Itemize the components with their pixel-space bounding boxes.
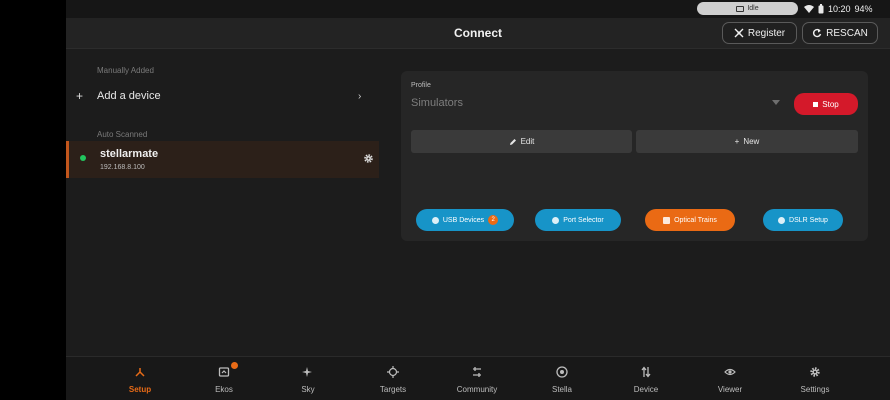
profile-select[interactable]: Simulators — [411, 97, 463, 109]
usb-devices-button[interactable]: USB Devices 2 — [416, 209, 514, 231]
dslr-setup-label: DSLR Setup — [789, 216, 828, 224]
crosshair-icon — [386, 365, 400, 379]
usb-devices-label: USB Devices — [442, 216, 485, 224]
port-selector-label: Port Selector — [563, 216, 604, 224]
add-device-row[interactable]: + Add a device › — [66, 82, 379, 110]
bottom-nav: Setup Ekos Sky Targets Community Stella … — [66, 356, 890, 400]
nav-setup[interactable]: Setup — [110, 357, 170, 400]
auto-section-label: Auto Scanned — [97, 130, 148, 139]
camera-icon — [778, 216, 786, 224]
chevron-right-icon: › — [358, 90, 362, 102]
optical-trains-button[interactable]: Optical Trains — [645, 209, 735, 231]
optical-train-icon — [663, 216, 671, 224]
device-row-stellarmate[interactable]: stellarmate 192.168.8.100 — [66, 141, 379, 178]
dslr-setup-button[interactable]: DSLR Setup — [763, 209, 843, 231]
nav-ekos-label: Ekos — [215, 385, 233, 394]
register-button-label: Register — [747, 27, 786, 39]
sparkle-icon — [301, 365, 315, 379]
refresh-icon — [813, 28, 822, 38]
rescan-button-label: RESCAN — [826, 27, 868, 39]
edit-button-label: Edit — [520, 137, 535, 146]
manual-section-label: Manually Added — [97, 66, 154, 75]
status-pill[interactable]: Idle — [697, 2, 798, 15]
usb-devices-count-badge: 2 — [488, 215, 499, 225]
nav-viewer[interactable]: Viewer — [700, 357, 760, 400]
ekos-notification-badge — [231, 362, 238, 369]
nav-stella[interactable]: Stella — [532, 357, 592, 400]
app-window: Idle 10:20 94% Connect Register RESCAN M… — [66, 0, 890, 400]
plus-icon: + — [734, 137, 740, 146]
nav-viewer-label: Viewer — [717, 385, 743, 394]
top-bar: Connect Register RESCAN — [66, 18, 890, 49]
stop-button-label: Stop — [822, 99, 839, 109]
nav-device[interactable]: Device — [616, 357, 676, 400]
nav-community-label: Community — [456, 385, 498, 394]
nav-settings-label: Settings — [800, 385, 830, 394]
community-icon — [470, 365, 484, 379]
port-icon — [552, 216, 560, 224]
device-name: stellarmate — [100, 148, 159, 160]
new-profile-button[interactable]: + New — [636, 130, 858, 153]
gear-icon — [808, 365, 822, 379]
battery-icon — [818, 4, 824, 14]
nav-community[interactable]: Community — [447, 357, 507, 400]
stella-assistant-icon — [555, 365, 569, 379]
add-device-label: Add a device — [97, 90, 161, 102]
nav-sky-label: Sky — [301, 385, 315, 394]
camera-icon — [736, 5, 745, 12]
nav-settings[interactable]: Settings — [785, 357, 845, 400]
status-pill-label: Idle — [747, 5, 759, 12]
nav-setup-label: Setup — [128, 385, 152, 394]
nav-sky[interactable]: Sky — [278, 357, 338, 400]
transfer-arrows-icon — [639, 365, 653, 379]
port-selector-button[interactable]: Port Selector — [535, 209, 621, 231]
nav-ekos[interactable]: Ekos — [194, 357, 254, 400]
register-button[interactable]: Register — [722, 22, 797, 44]
ekos-icon — [217, 365, 231, 379]
rescan-button[interactable]: RESCAN — [802, 22, 878, 44]
eye-icon — [723, 365, 737, 379]
edit-profile-button[interactable]: Edit — [411, 130, 632, 153]
online-status-dot — [80, 155, 86, 161]
status-battery: 94% — [854, 4, 873, 14]
register-icon — [734, 28, 744, 38]
pencil-icon — [509, 138, 516, 145]
usb-icon — [431, 216, 439, 224]
profile-panel: Profile Simulators Stop Edit + New USB D… — [401, 71, 868, 241]
plus-icon: + — [76, 89, 84, 103]
setup-icon — [133, 365, 147, 379]
nav-device-label: Device — [633, 385, 659, 394]
wifi-icon — [804, 5, 814, 13]
new-button-label: New — [743, 137, 760, 146]
nav-stella-label: Stella — [551, 385, 572, 394]
nav-targets-label: Targets — [379, 385, 407, 394]
nav-targets[interactable]: Targets — [363, 357, 423, 400]
stop-button[interactable]: Stop — [794, 93, 858, 115]
profile-label: Profile — [411, 82, 431, 89]
stop-icon — [813, 101, 819, 107]
dropdown-caret-icon[interactable] — [772, 100, 780, 105]
status-indicators: 10:20 94% — [804, 2, 873, 16]
optical-trains-label: Optical Trains — [674, 216, 717, 224]
gear-icon[interactable] — [363, 153, 374, 164]
status-bar: Idle 10:20 94% — [66, 0, 890, 18]
device-ip: 192.168.8.100 — [100, 164, 145, 171]
status-time: 10:20 — [828, 4, 851, 14]
